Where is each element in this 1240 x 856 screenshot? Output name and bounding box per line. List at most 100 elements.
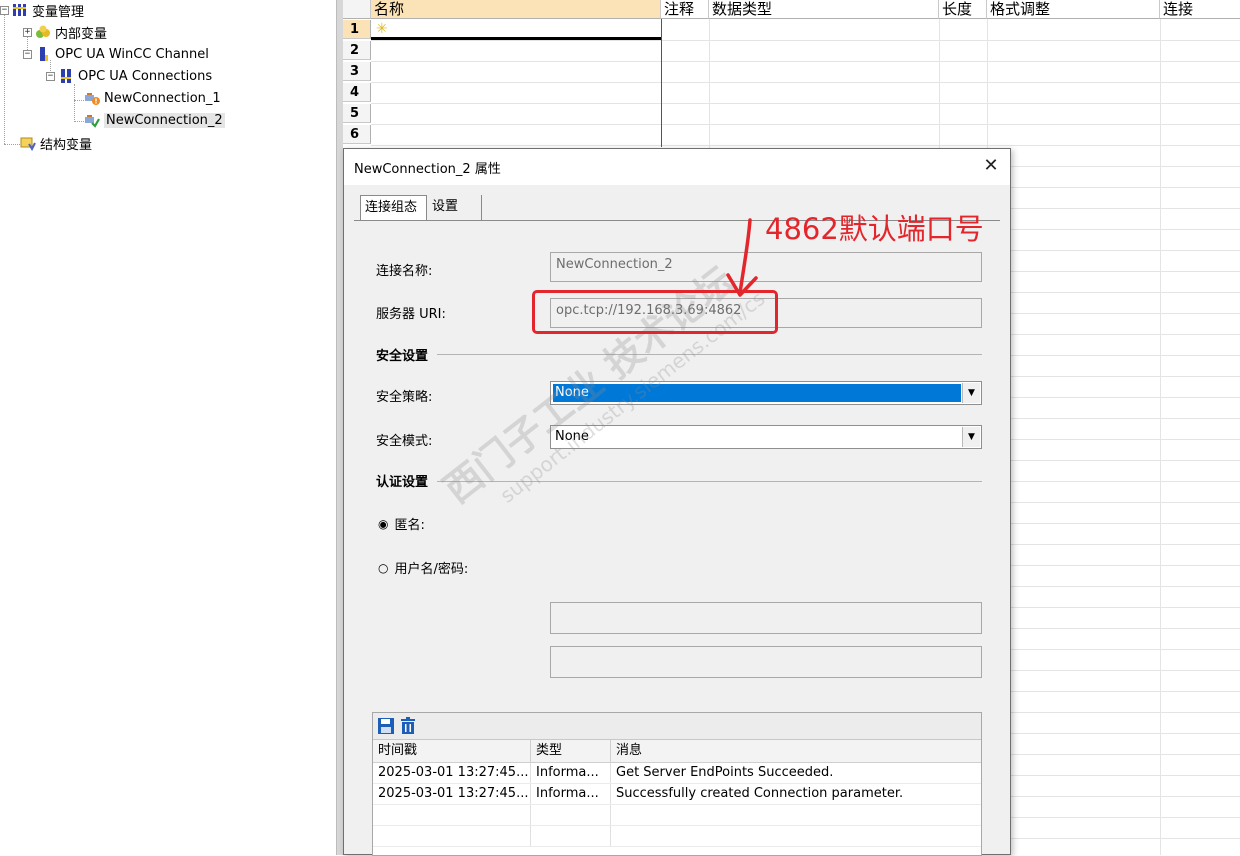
security-mode-value: None	[555, 429, 589, 444]
grid-line	[371, 40, 1240, 41]
expand-icon[interactable]: +	[23, 27, 32, 37]
server-uri-label: 服务器 URI:	[376, 307, 446, 322]
tree-item-newconnection-1[interactable]: NewConnection_1	[84, 88, 221, 108]
log-row-empty	[373, 805, 981, 826]
connections-icon	[58, 68, 74, 84]
connection-name-label: 连接名称:	[376, 264, 433, 279]
log-timestamp: 2025-03-01 13:27:45...	[373, 763, 531, 783]
log-type: Informa...	[531, 784, 611, 804]
save-icon[interactable]	[377, 717, 395, 739]
row-header[interactable]: 4	[343, 83, 371, 102]
column-header-name[interactable]: 名称	[371, 0, 661, 19]
grid-corner	[343, 0, 371, 19]
grid-line	[371, 124, 1240, 125]
row-header[interactable]: 5	[343, 104, 371, 123]
annotation-arrow-icon	[726, 218, 758, 297]
log-row[interactable]: 2025-03-01 13:27:45... Informa... Get Se…	[373, 763, 981, 784]
tag-management-icon	[12, 2, 28, 18]
log-column-message[interactable]: 消息	[611, 740, 981, 762]
grid-line	[1160, 19, 1161, 855]
chevron-down-icon[interactable]: ▼	[962, 383, 980, 403]
username-password-radio[interactable]: ○ 用户名/密码:	[378, 558, 469, 578]
tree-item-opcua-connections[interactable]: − OPC UA Connections	[46, 66, 212, 86]
tree-item-internal-tags[interactable]: + 内部变量	[23, 22, 107, 42]
splitter[interactable]	[336, 0, 343, 855]
dialog-title: NewConnection_2 属性	[354, 162, 501, 177]
log-panel: 时间戳 类型 消息 2025-03-01 13:27:45... Informa…	[372, 712, 982, 856]
tree-label: 变量管理	[32, 4, 85, 20]
column-header-comment[interactable]: 注释	[661, 0, 709, 19]
security-mode-dropdown[interactable]: None ▼	[550, 425, 982, 449]
log-type: Informa...	[531, 763, 611, 783]
grid-line	[371, 82, 1240, 83]
tree-connector	[74, 100, 84, 101]
close-button[interactable]: ✕	[980, 155, 1002, 177]
tree-item-opcua-channel[interactable]: − OPC UA WinCC Channel	[23, 44, 209, 64]
tree-label: OPC UA WinCC Channel	[55, 46, 209, 62]
collapse-icon[interactable]: −	[0, 5, 9, 15]
tab-connection-config[interactable]: 连接组态	[360, 195, 427, 221]
tree-connector	[4, 14, 5, 144]
tag-management-tree: − 变量管理 + 内部变量 − OPC UA WinCC Channel − O…	[0, 0, 336, 855]
delete-icon[interactable]	[399, 717, 417, 739]
internal-tags-icon	[35, 24, 51, 40]
security-settings-heading: 安全设置	[376, 349, 429, 364]
log-timestamp: 2025-03-01 13:27:45...	[373, 784, 531, 804]
collapse-icon[interactable]: −	[23, 49, 32, 59]
tab-settings[interactable]: 设置	[428, 195, 482, 221]
column-header-format[interactable]: 格式调整	[987, 0, 1160, 19]
chevron-down-icon[interactable]: ▼	[962, 427, 980, 447]
column-header-connection[interactable]: 连接	[1160, 0, 1240, 19]
column-header-length[interactable]: 长度	[939, 0, 987, 19]
security-policy-dropdown[interactable]: None ▼	[550, 381, 982, 405]
divider	[437, 481, 982, 482]
tree-item-newconnection-2[interactable]: NewConnection_2	[84, 110, 225, 130]
row-header[interactable]: 3	[343, 62, 371, 81]
grid-line	[371, 103, 1240, 104]
log-cell-empty	[373, 826, 531, 846]
log-row-empty	[373, 826, 981, 847]
connection-error-icon	[84, 90, 100, 106]
log-cell-empty	[373, 805, 531, 825]
tree-label: OPC UA Connections	[78, 68, 213, 84]
struct-tags-icon	[20, 135, 36, 152]
grid-line	[371, 145, 1240, 146]
username-field[interactable]	[550, 602, 982, 634]
log-message: Get Server EndPoints Succeeded.	[616, 765, 834, 780]
security-mode-label: 安全模式:	[376, 434, 433, 449]
tree-label: NewConnection_1	[104, 90, 221, 106]
anonymous-label: 匿名:	[394, 518, 425, 533]
log-row[interactable]: 2025-03-01 13:27:45... Informa... Succes…	[373, 784, 981, 805]
username-password-label: 用户名/密码:	[394, 562, 469, 577]
log-toolbar	[373, 713, 981, 740]
row-header[interactable]: 2	[343, 41, 371, 60]
row-header[interactable]: 1	[343, 20, 371, 39]
radio-unchecked-icon: ○	[378, 560, 389, 575]
tree-item-tag-management[interactable]: − 变量管理	[0, 0, 84, 20]
tree-connector	[4, 144, 20, 145]
anonymous-radio[interactable]: ◉ 匿名:	[378, 514, 425, 534]
tree-item-struct-tags[interactable]: 结构变量	[20, 133, 92, 153]
tree-connector	[74, 84, 75, 122]
grid-line	[661, 19, 662, 147]
log-column-timestamp[interactable]: 时间戳	[373, 740, 531, 762]
channel-icon	[35, 46, 51, 62]
new-row-icon: ✳	[376, 21, 388, 37]
collapse-icon[interactable]: −	[46, 71, 55, 81]
log-header: 时间戳 类型 消息	[373, 740, 981, 763]
divider	[437, 354, 982, 355]
password-field[interactable]	[550, 646, 982, 678]
radio-checked-icon: ◉	[378, 516, 389, 531]
grid-line	[371, 61, 1240, 62]
security-policy-label: 安全策略:	[376, 390, 433, 405]
row-header[interactable]: 6	[343, 125, 371, 144]
log-column-type[interactable]: 类型	[531, 740, 611, 762]
dialog-titlebar[interactable]: NewConnection_2 属性 ✕	[344, 149, 1010, 185]
log-cell-empty	[531, 826, 611, 846]
auth-settings-heading: 认证设置	[376, 475, 429, 490]
column-header-datatype[interactable]: 数据类型	[709, 0, 939, 19]
active-cell[interactable]: ✳	[371, 20, 661, 40]
tree-label: 内部变量	[55, 26, 108, 42]
security-policy-value: None	[553, 384, 961, 402]
tree-label-selected: NewConnection_2	[104, 112, 225, 128]
